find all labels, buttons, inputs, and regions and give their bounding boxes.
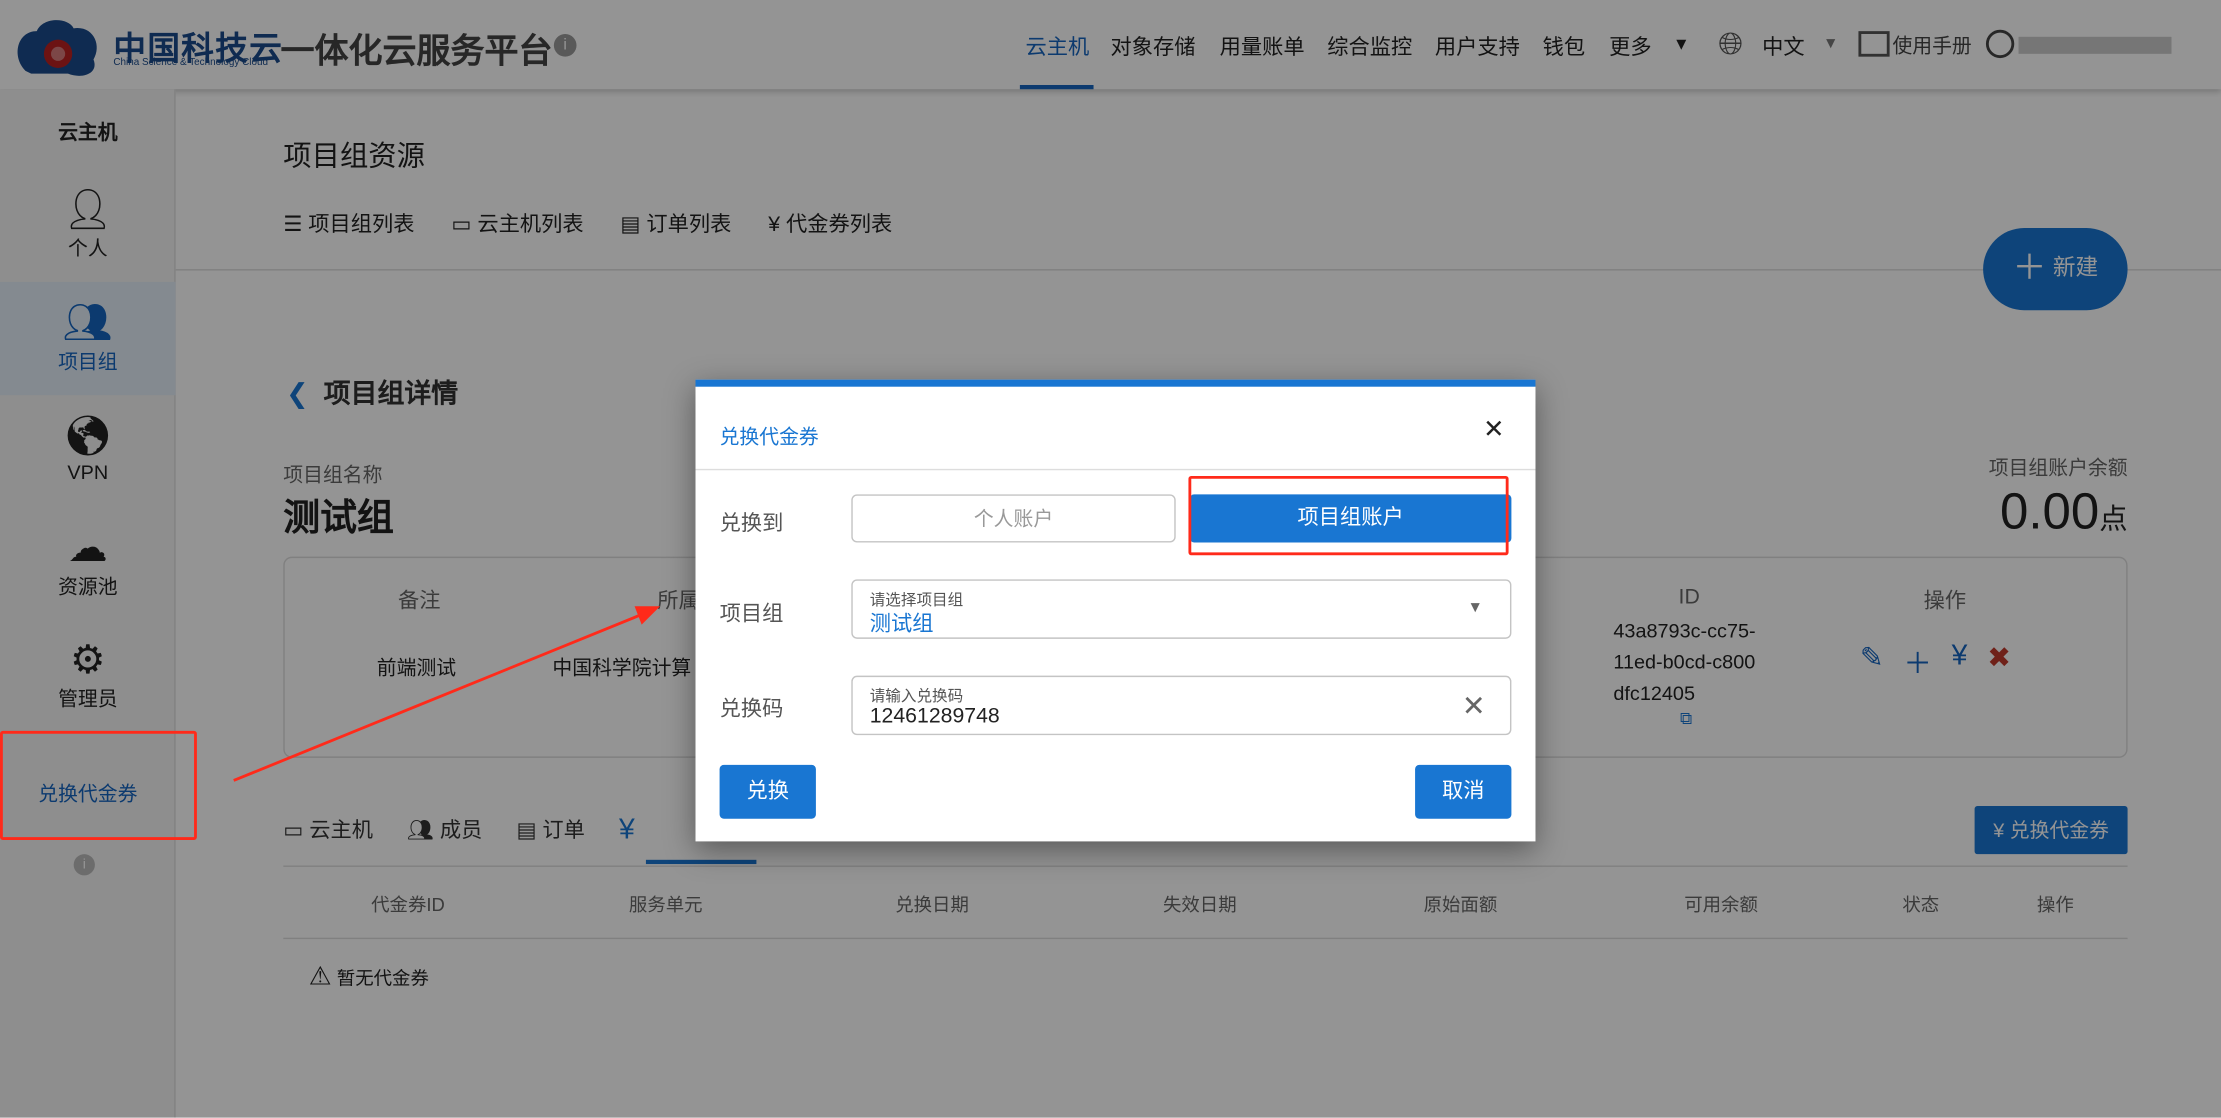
annotation-arrow (233, 606, 661, 782)
